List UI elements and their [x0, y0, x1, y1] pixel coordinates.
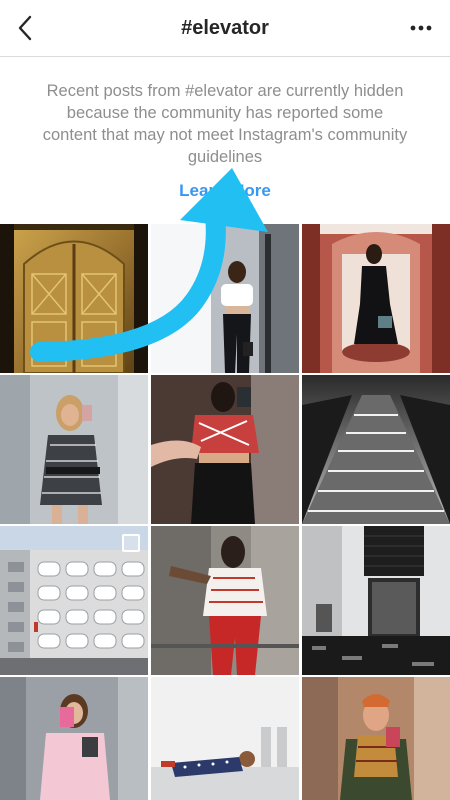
post-thumbnail [302, 526, 450, 675]
post-thumbnail [151, 526, 299, 675]
grid-post[interactable] [0, 526, 148, 675]
more-horizontal-icon [410, 25, 432, 31]
post-thumbnail [151, 375, 299, 524]
top-bar: #elevator [0, 0, 450, 57]
post-grid [0, 224, 450, 800]
grid-post[interactable] [151, 677, 299, 800]
grid-post[interactable] [302, 224, 450, 373]
post-thumbnail [151, 224, 299, 373]
grid-post[interactable] [151, 375, 299, 524]
post-thumbnail [0, 677, 148, 800]
post-thumbnail [0, 224, 148, 373]
grid-post[interactable] [0, 677, 148, 800]
learn-more-link[interactable]: Learn More [0, 181, 450, 201]
post-thumbnail [0, 375, 148, 524]
notice-message: Recent posts from #elevator are currentl… [42, 82, 408, 166]
hidden-posts-notice: Recent posts from #elevator are currentl… [0, 57, 450, 223]
grid-post[interactable] [302, 526, 450, 675]
post-thumbnail [302, 677, 450, 800]
screen: #elevator Recent posts from #elevator ar… [0, 0, 450, 800]
grid-post[interactable] [0, 375, 148, 524]
grid-post[interactable] [0, 224, 148, 373]
post-thumbnail [302, 224, 450, 373]
page-title: #elevator [181, 17, 269, 39]
multiple-photos-icon [122, 534, 140, 552]
post-thumbnail [302, 375, 450, 524]
more-options-button[interactable] [404, 12, 438, 44]
grid-post[interactable] [151, 526, 299, 675]
grid-post[interactable] [151, 224, 299, 373]
grid-post[interactable] [302, 375, 450, 524]
grid-post[interactable] [302, 677, 450, 800]
post-thumbnail [151, 677, 299, 800]
